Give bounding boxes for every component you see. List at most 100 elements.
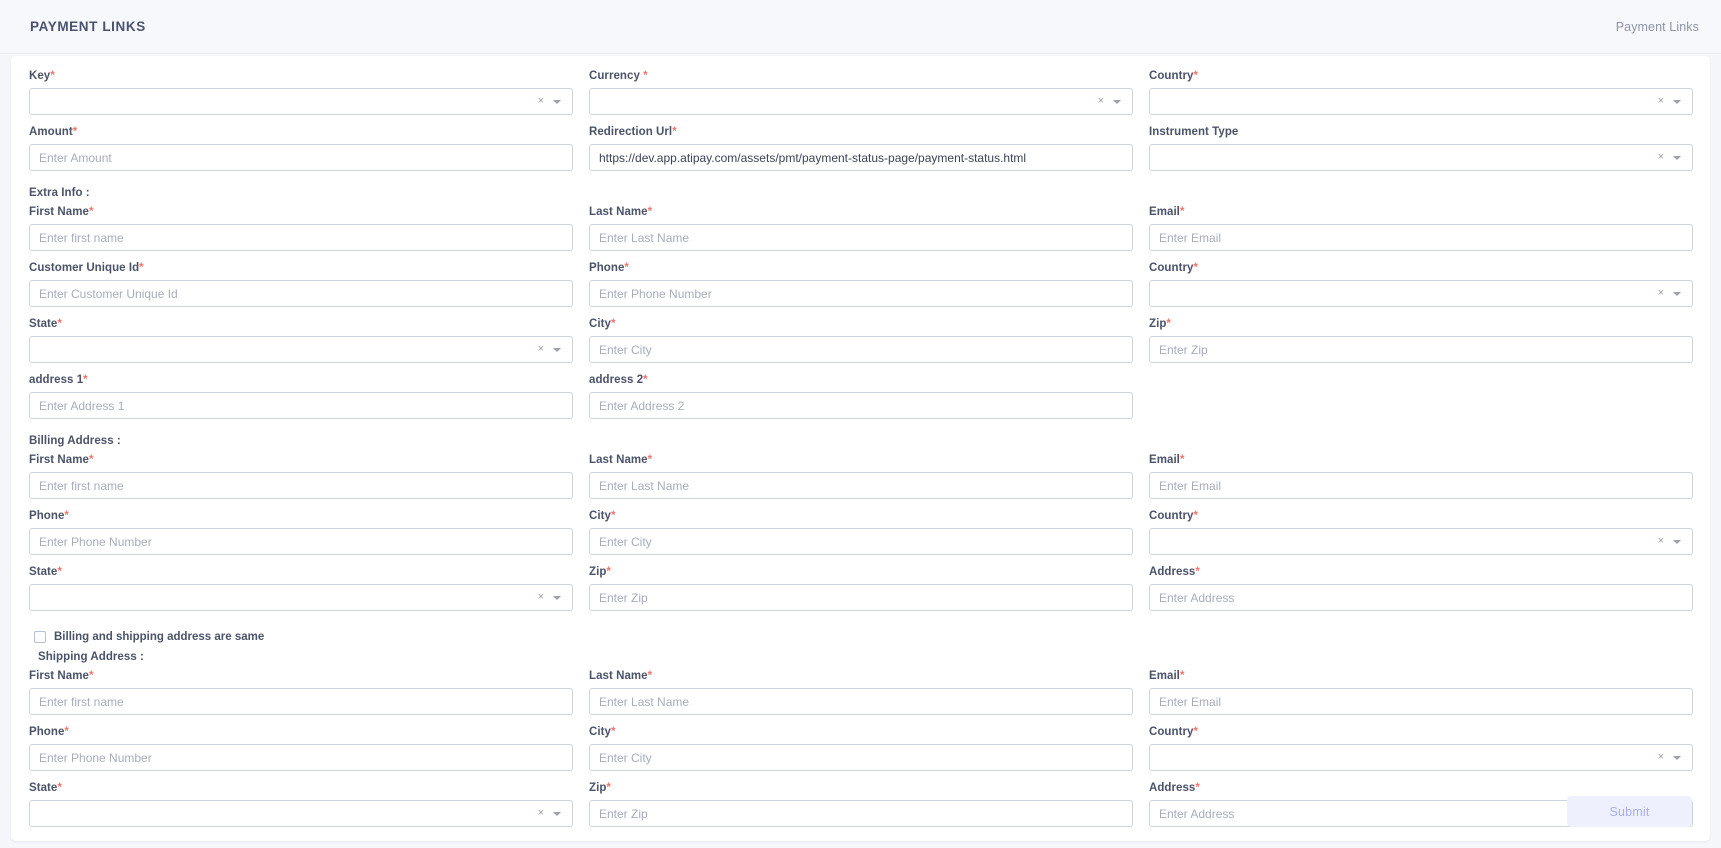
label-shipping-country: Country* [1149,726,1198,738]
amount-input[interactable] [29,144,573,171]
instrument-type-select[interactable]: × [1149,144,1693,171]
required-asterisk: * [72,126,78,138]
clear-icon[interactable]: × [1658,96,1664,107]
chevron-down-icon[interactable] [1673,755,1681,760]
label-customer-unique-id: Customer Unique Id* [29,262,144,274]
extra-country-select[interactable]: × [1149,280,1693,307]
address-2-input[interactable] [589,392,1133,419]
label-extra-email: Email* [1149,206,1185,218]
shipping-last-name-input[interactable] [589,688,1133,715]
required-asterisk: * [57,782,62,794]
label-billing-email: Email* [1149,454,1185,466]
extra-last-name-input[interactable] [589,224,1133,251]
chevron-down-icon[interactable] [1673,291,1681,296]
redirection-url-input[interactable] [589,144,1133,171]
page-title: PAYMENT LINKS [30,19,146,34]
extra-phone-input[interactable] [589,280,1133,307]
customer-unique-id-input[interactable] [29,280,573,307]
clear-icon[interactable]: × [1658,536,1664,547]
clear-icon[interactable]: × [538,344,544,355]
required-asterisk: * [1195,566,1200,578]
label-billing-address: Address* [1149,566,1200,578]
clear-icon[interactable]: × [1658,288,1664,299]
extra-state-select[interactable]: × [29,336,573,363]
required-asterisk: * [606,566,611,578]
chevron-down-icon[interactable] [553,595,561,600]
required-asterisk: * [647,454,653,466]
chevron-down-icon[interactable] [1673,539,1681,544]
billing-last-name-input[interactable] [589,472,1133,499]
billing-state-select[interactable]: × [29,584,573,611]
field-billing-last-name: Last Name* [589,454,1133,499]
same-address-checkbox[interactable] [34,631,46,643]
billing-zip-input[interactable] [589,584,1133,611]
label-extra-last-name: Last Name* [589,206,653,218]
field-shipping-first-name: First Name* [29,670,573,715]
field-shipping-email: Email* [1149,670,1693,715]
billing-row-3: State* × Zip* Enter Zip Address* Enter A… [29,566,1693,622]
label-currency: Currency * [589,70,648,82]
required-asterisk: * [1166,318,1171,330]
clear-icon[interactable]: × [538,96,544,107]
label-amount: Amount* [29,126,78,138]
required-asterisk: * [643,374,648,386]
field-shipping-city: City* [589,726,1133,771]
clear-icon[interactable]: × [1658,152,1664,163]
chevron-down-icon[interactable] [553,347,561,352]
shipping-email-input[interactable] [1149,688,1693,715]
payment-links-form-card: Key* × Currency * × Country* × Amount* E… [11,56,1710,841]
extra-email-input[interactable] [1149,224,1693,251]
required-asterisk: * [647,670,653,682]
required-asterisk: * [1193,726,1198,738]
label-billing-city: City* [589,510,616,522]
label-extra-first-name: First Name* [29,206,94,218]
billing-city-input[interactable] [589,528,1133,555]
country-select[interactable]: × [1149,88,1693,115]
field-extra-first-name: First Name* [29,206,573,251]
shipping-address-heading: Shipping Address : [38,651,144,663]
shipping-city-input[interactable] [589,744,1133,771]
shipping-first-name-input[interactable] [29,688,573,715]
billing-phone-input[interactable] [29,528,573,555]
field-key: Key* × [29,70,573,115]
extra-city-input[interactable] [589,336,1133,363]
field-extra-state: State* × [29,318,573,363]
field-extra-phone: Phone* [589,262,1133,307]
required-asterisk: * [647,206,653,218]
shipping-country-select[interactable]: × [1149,744,1693,771]
extra-first-name-input[interactable] [29,224,573,251]
extra-zip-input[interactable] [1149,336,1693,363]
required-asterisk: * [643,70,648,82]
clear-icon[interactable]: × [1658,752,1664,763]
label-country: Country* [1149,70,1198,82]
shipping-state-select[interactable]: × [29,800,573,827]
chevron-down-icon[interactable] [1113,99,1121,104]
billing-address-input[interactable] [1149,584,1693,611]
required-asterisk: * [1179,206,1185,218]
currency-select[interactable]: × [589,88,1133,115]
chevron-down-icon[interactable] [553,811,561,816]
submit-button[interactable]: Submit [1567,796,1692,827]
required-asterisk: * [606,782,611,794]
chevron-down-icon[interactable] [553,99,561,104]
billing-email-input[interactable] [1149,472,1693,499]
field-extra-email: Email* [1149,206,1693,251]
field-shipping-country: Country* × [1149,726,1693,771]
label-shipping-first-name: First Name* [29,670,94,682]
required-asterisk: * [624,262,629,274]
key-select[interactable]: × [29,88,573,115]
billing-country-select[interactable]: × [1149,528,1693,555]
shipping-phone-input[interactable] [29,744,573,771]
clear-icon[interactable]: × [1098,96,1104,107]
required-asterisk: * [64,726,69,738]
billing-first-name-input[interactable] [29,472,573,499]
chevron-down-icon[interactable] [1673,99,1681,104]
shipping-zip-input[interactable] [589,800,1133,827]
label-shipping-email: Email* [1149,670,1185,682]
chevron-down-icon[interactable] [1673,155,1681,160]
same-address-checkbox-row[interactable]: Billing and shipping address are same [34,631,1692,643]
clear-icon[interactable]: × [538,808,544,819]
clear-icon[interactable]: × [538,592,544,603]
address-1-input[interactable] [29,392,573,419]
field-shipping-last-name: Last Name* [589,670,1133,715]
